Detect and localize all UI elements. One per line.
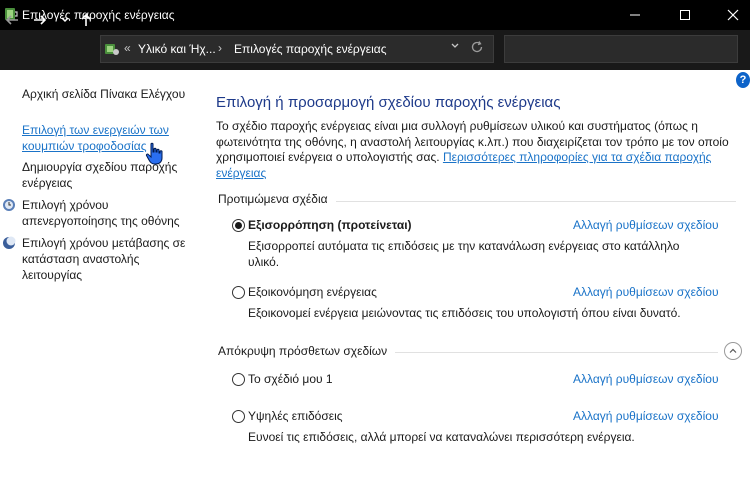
plan-description: Εξισορροπεί αυτόματα τις επιδόσεις με τη… bbox=[248, 239, 680, 269]
page-description: Το σχέδιο παροχής ενέργειας είναι μια συ… bbox=[216, 119, 736, 181]
plan-name[interactable]: Υψηλές επιδόσεις bbox=[248, 409, 343, 423]
minimize-button[interactable] bbox=[612, 0, 658, 30]
chevron-down-icon bbox=[61, 17, 69, 23]
hidden-plans-header[interactable]: Απόκρυψη πρόσθετων σχεδίων bbox=[218, 344, 396, 358]
maximize-icon bbox=[680, 10, 690, 20]
plan-radio-my-plan-1[interactable] bbox=[232, 373, 245, 386]
sidebar-link-sleep-time[interactable]: Επιλογή χρόνου μετάβασης σε κατάσταση αν… bbox=[22, 235, 192, 283]
search-input[interactable] bbox=[504, 35, 738, 63]
plan-description: Ευνοεί τις επιδόσεις, αλλά μπορεί να κατ… bbox=[248, 430, 635, 444]
plan-name[interactable]: Το σχέδιό μου 1 bbox=[248, 372, 333, 386]
address-overflow-chevrons[interactable]: « bbox=[124, 41, 131, 55]
refresh-icon bbox=[471, 41, 483, 53]
plan-radio-balanced[interactable] bbox=[232, 219, 245, 232]
sidebar-link-power-buttons[interactable]: Επιλογή των ενεργειών των κουμπιών τροφο… bbox=[22, 122, 192, 154]
close-icon bbox=[727, 9, 739, 21]
change-plan-settings-link[interactable]: Αλλαγή ρυθμίσεων σχεδίου bbox=[573, 409, 719, 423]
refresh-button[interactable] bbox=[470, 40, 484, 57]
plan-radio-high-performance[interactable] bbox=[232, 410, 245, 423]
breadcrumb-separator[interactable]: › bbox=[218, 41, 222, 55]
arrow-left-icon bbox=[5, 15, 18, 25]
arrow-up-icon bbox=[81, 13, 91, 26]
preferred-plans-header: Προτιμώμενα σχέδια bbox=[218, 192, 336, 206]
sidebar-link-create-plan[interactable]: Δημιουργία σχεδίου παροχής ενέργειας bbox=[22, 159, 192, 191]
address-dropdown-button[interactable] bbox=[450, 41, 460, 54]
change-plan-settings-link[interactable]: Αλλαγή ρυθμίσεων σχεδίου bbox=[573, 372, 719, 386]
forward-button[interactable] bbox=[30, 10, 50, 30]
help-button[interactable]: ? bbox=[736, 72, 750, 88]
chevron-down-icon bbox=[451, 43, 459, 48]
arrow-right-icon bbox=[34, 15, 47, 25]
hand-cursor-icon bbox=[145, 142, 163, 165]
change-plan-settings-link[interactable]: Αλλαγή ρυθμίσεων σχεδίου bbox=[573, 285, 719, 299]
recent-locations-button[interactable] bbox=[58, 10, 72, 30]
plan-name[interactable]: Εξοικονόμηση ενέργειας bbox=[248, 285, 377, 299]
change-plan-settings-link[interactable]: Αλλαγή ρυθμίσεων σχεδίου bbox=[573, 218, 719, 232]
minimize-icon bbox=[630, 14, 640, 16]
control-panel-icon bbox=[105, 44, 119, 55]
close-button[interactable] bbox=[710, 0, 750, 30]
page-title: Επιλογή ή προσαρμογή σχεδίου παροχής ενέ… bbox=[216, 94, 561, 111]
sidebar-link-control-panel-home[interactable]: Αρχική σελίδα Πίνακα Ελέγχου bbox=[22, 86, 185, 102]
breadcrumb-power-options[interactable]: Επιλογές παροχής ενέργειας bbox=[234, 42, 386, 56]
plan-radio-power-saver[interactable] bbox=[232, 286, 245, 299]
up-button[interactable] bbox=[76, 10, 96, 30]
breadcrumb-hardware-sound[interactable]: Υλικό και Ήχ... bbox=[138, 42, 216, 56]
display-timer-icon bbox=[3, 199, 15, 211]
chevron-up-icon bbox=[729, 348, 737, 353]
plan-name[interactable]: Εξισορρόπηση (προτείνεται) bbox=[248, 218, 412, 232]
back-button[interactable] bbox=[2, 10, 22, 30]
sidebar-link-display-off-time[interactable]: Επιλογή χρόνου απενεργοποίησης της οθόνη… bbox=[22, 197, 192, 229]
question-mark-icon: ? bbox=[739, 74, 747, 86]
sleep-moon-icon bbox=[3, 236, 16, 249]
maximize-button[interactable] bbox=[662, 0, 708, 30]
title-bar: Επιλογές παροχής ενέργειας bbox=[0, 0, 750, 30]
collapse-hidden-plans-button[interactable] bbox=[724, 342, 742, 360]
plan-description: Εξοικονομεί ενέργεια μειώνοντας τις επιδ… bbox=[248, 306, 681, 320]
